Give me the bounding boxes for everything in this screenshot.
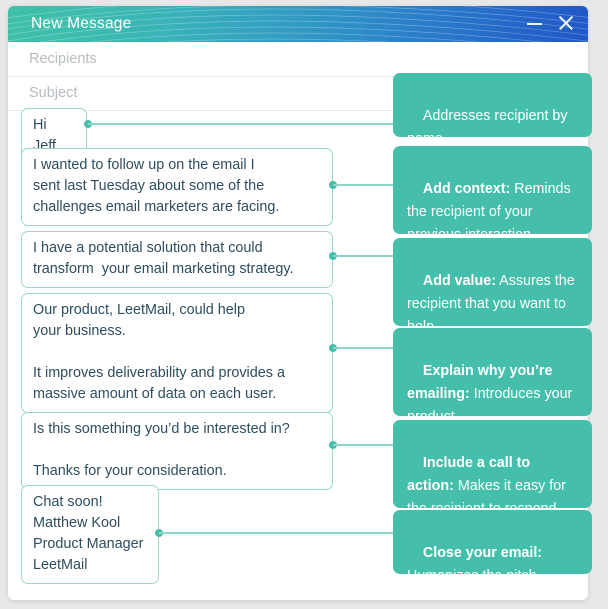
connector-line-signature — [159, 532, 393, 534]
connector-line-value — [333, 255, 393, 257]
message-bubble-value[interactable]: I have a potential solution that could t… — [21, 231, 333, 288]
subject-placeholder: Subject — [29, 85, 78, 101]
connector-line-greeting — [88, 123, 393, 125]
connector-line-cta — [333, 444, 393, 446]
connector-line-product — [333, 347, 393, 349]
compose-titlebar: New Message — [8, 6, 588, 42]
message-bubble-signature[interactable]: Chat soon! Matthew Kool Product Manager … — [21, 485, 159, 584]
annotation-cta: Include a call to action: Makes it easy … — [393, 420, 592, 517]
message-bubble-context[interactable]: I wanted to follow up on the email I sen… — [21, 148, 333, 226]
annotation-context: Add context: Reminds the recipient of yo… — [393, 146, 592, 243]
annotation-signature-bold: Close your email: — [422, 545, 543, 561]
message-bubble-cta[interactable]: Is this something you’d be interested in… — [21, 412, 333, 490]
close-icon[interactable] — [556, 12, 576, 34]
window-controls — [525, 12, 576, 34]
annotation-value-bold: Add value: — [422, 273, 496, 289]
annotation-signature: Close your email: Humanizes the pitch — [393, 510, 592, 584]
message-bubble-product[interactable]: Our product, LeetMail, could help your b… — [21, 293, 333, 413]
annotation-value: Add value: Assures the recipient that yo… — [393, 238, 592, 335]
annotation-context-bold: Add context: — [422, 181, 511, 197]
recipients-field[interactable]: Recipients — [8, 43, 588, 77]
minimize-icon[interactable] — [525, 12, 545, 34]
screenshot-root: New Message Recipients Subject Hi Jeff, … — [0, 0, 608, 609]
window-title: New Message — [31, 15, 132, 32]
connector-line-context — [333, 184, 393, 186]
annotation-product: Explain why you’re emailing: Introduces … — [393, 328, 592, 425]
recipients-placeholder: Recipients — [29, 51, 97, 67]
annotation-greeting: Addresses recipient by name — [393, 73, 592, 147]
